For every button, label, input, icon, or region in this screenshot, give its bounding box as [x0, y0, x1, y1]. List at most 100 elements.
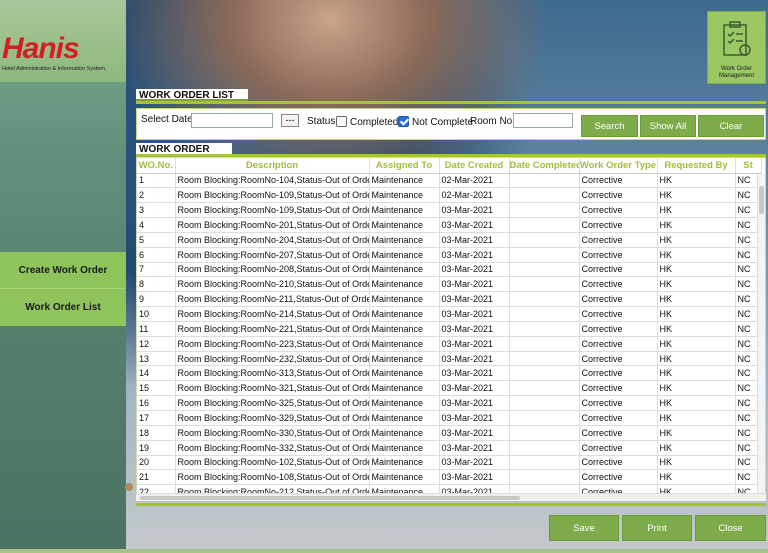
column-header-date-completed[interactable]: Date Completed	[509, 158, 580, 174]
table-cell[interactable]: Maintenance	[369, 306, 440, 322]
table-cell[interactable]: Maintenance	[369, 395, 440, 411]
table-cell[interactable]: Corrective	[579, 202, 658, 219]
table-cell[interactable]	[509, 262, 580, 278]
table-cell[interactable]: HK	[657, 380, 736, 397]
table-cell[interactable]: HK	[657, 276, 736, 293]
table-cell[interactable]: Room Blocking:RoomNo-325,Status-Out of O…	[175, 395, 370, 411]
date-picker-button[interactable]: ---	[281, 114, 299, 127]
table-cell[interactable]: Maintenance	[369, 425, 440, 441]
table-cell[interactable]	[509, 351, 580, 367]
table-cell[interactable]: HK	[657, 440, 736, 456]
table-cell[interactable]: Maintenance	[369, 410, 440, 426]
table-cell[interactable]: 20	[137, 455, 176, 471]
table-row[interactable]: 8 Room Blocking:RoomNo-210,Status-Out of …	[137, 276, 762, 293]
table-cell[interactable]	[509, 202, 580, 219]
table-cell[interactable]: Corrective	[579, 247, 658, 263]
table-cell[interactable]: Room Blocking:RoomNo-204,Status-Out of O…	[175, 232, 370, 248]
table-cell[interactable]: Corrective	[579, 173, 658, 189]
table-cell[interactable]	[509, 187, 580, 204]
table-cell[interactable]: 03-Mar-2021	[439, 380, 510, 397]
table-cell[interactable]: Corrective	[579, 395, 658, 411]
table-cell[interactable]	[509, 291, 580, 308]
table-cell[interactable]: Maintenance	[369, 321, 440, 337]
table-cell[interactable]: Maintenance	[369, 276, 440, 293]
table-cell[interactable]: HK	[657, 455, 736, 471]
sidebar-item-create-work-order[interactable]: Create Work Order	[0, 252, 126, 288]
vertical-scroll-thumb[interactable]	[759, 186, 764, 214]
table-cell[interactable]: 8	[137, 276, 176, 293]
table-cell[interactable]	[509, 306, 580, 322]
table-cell[interactable]: Corrective	[579, 187, 658, 204]
not-completed-checkbox[interactable]	[398, 116, 409, 127]
table-cell[interactable]: 03-Mar-2021	[439, 469, 510, 486]
table-cell[interactable]: HK	[657, 469, 736, 486]
table-cell[interactable]: 03-Mar-2021	[439, 232, 510, 248]
column-header-assigned-to[interactable]: Assigned To	[369, 158, 440, 174]
table-cell[interactable]: Room Blocking:RoomNo-208,Status-Out of O…	[175, 262, 370, 278]
table-row[interactable]: 5 Room Blocking:RoomNo-204,Status-Out of …	[137, 232, 762, 248]
table-cell[interactable]: Maintenance	[369, 202, 440, 219]
table-cell[interactable]: 5	[137, 232, 176, 248]
table-cell[interactable]: 03-Mar-2021	[439, 202, 510, 219]
column-header-status[interactable]: St	[735, 158, 762, 174]
table-cell[interactable]: 03-Mar-2021	[439, 365, 510, 382]
table-cell[interactable]: HK	[657, 351, 736, 367]
table-cell[interactable]	[509, 232, 580, 248]
table-cell[interactable]: Room Blocking:RoomNo-102,Status-Out of O…	[175, 455, 370, 471]
table-cell[interactable]	[509, 410, 580, 426]
save-button[interactable]: Save	[549, 515, 619, 541]
table-row[interactable]: 14 Room Blocking:RoomNo-313,Status-Out of…	[137, 365, 762, 382]
table-cell[interactable]	[509, 455, 580, 471]
table-cell[interactable]	[509, 173, 580, 189]
table-cell[interactable]: HK	[657, 291, 736, 308]
table-cell[interactable]: Room Blocking:RoomNo-321,Status-Out of O…	[175, 380, 370, 397]
table-row[interactable]: 16 Room Blocking:RoomNo-325,Status-Out of…	[137, 395, 762, 411]
table-cell[interactable]: 18	[137, 425, 176, 441]
table-cell[interactable]: 2	[137, 187, 176, 204]
room-no-input[interactable]	[513, 113, 573, 128]
table-cell[interactable]: HK	[657, 217, 736, 233]
table-cell[interactable]: 03-Mar-2021	[439, 306, 510, 322]
table-cell[interactable]: HK	[657, 365, 736, 382]
table-cell[interactable]: Maintenance	[369, 247, 440, 263]
table-cell[interactable]: 03-Mar-2021	[439, 276, 510, 293]
table-row[interactable]: 3 Room Blocking:RoomNo-109,Status-Out of …	[137, 202, 762, 219]
completed-checkbox[interactable]	[336, 116, 347, 127]
horizontal-scrollbar[interactable]	[136, 493, 766, 501]
show-all-button[interactable]: Show All	[640, 115, 696, 137]
table-cell[interactable]: Corrective	[579, 262, 658, 278]
search-button[interactable]: Search	[581, 115, 638, 137]
column-header-wo-no[interactable]: WO.No.	[137, 158, 176, 174]
table-cell[interactable]: Room Blocking:RoomNo-313,Status-Out of O…	[175, 365, 370, 382]
table-cell[interactable]: 03-Mar-2021	[439, 410, 510, 426]
select-date-input[interactable]	[191, 113, 273, 128]
table-cell[interactable]: Room Blocking:RoomNo-201,Status-Out of O…	[175, 217, 370, 233]
table-cell[interactable]: 03-Mar-2021	[439, 291, 510, 308]
table-cell[interactable]: 02-Mar-2021	[439, 173, 510, 189]
table-cell[interactable]: Room Blocking:RoomNo-104,Status-Out of O…	[175, 173, 370, 189]
table-cell[interactable]: 7	[137, 262, 176, 278]
table-cell[interactable]: Maintenance	[369, 217, 440, 233]
table-cell[interactable]: 03-Mar-2021	[439, 395, 510, 411]
column-header-description[interactable]: Description	[175, 158, 370, 174]
table-cell[interactable]: 14	[137, 365, 176, 382]
table-cell[interactable]: 03-Mar-2021	[439, 425, 510, 441]
table-cell[interactable]: Corrective	[579, 365, 658, 382]
table-cell[interactable]	[509, 247, 580, 263]
table-cell[interactable]: 03-Mar-2021	[439, 440, 510, 456]
table-cell[interactable]	[509, 380, 580, 397]
table-cell[interactable]: HK	[657, 395, 736, 411]
table-cell[interactable]: 03-Mar-2021	[439, 336, 510, 352]
sidebar-item-work-order-list[interactable]: Work Order List	[0, 288, 126, 326]
table-cell[interactable]: Corrective	[579, 380, 658, 397]
table-cell[interactable]: 1	[137, 173, 176, 189]
table-cell[interactable]: Corrective	[579, 425, 658, 441]
table-cell[interactable]: 3	[137, 202, 176, 219]
table-row[interactable]: 9 Room Blocking:RoomNo-211,Status-Out of …	[137, 291, 762, 308]
table-cell[interactable]: 03-Mar-2021	[439, 321, 510, 337]
table-cell[interactable]	[509, 425, 580, 441]
table-row[interactable]: 1 Room Blocking:RoomNo-104,Status-Out of …	[137, 173, 762, 189]
table-cell[interactable]: Corrective	[579, 291, 658, 308]
table-cell[interactable]	[509, 336, 580, 352]
table-cell[interactable]: Room Blocking:RoomNo-210,Status-Out of O…	[175, 276, 370, 293]
